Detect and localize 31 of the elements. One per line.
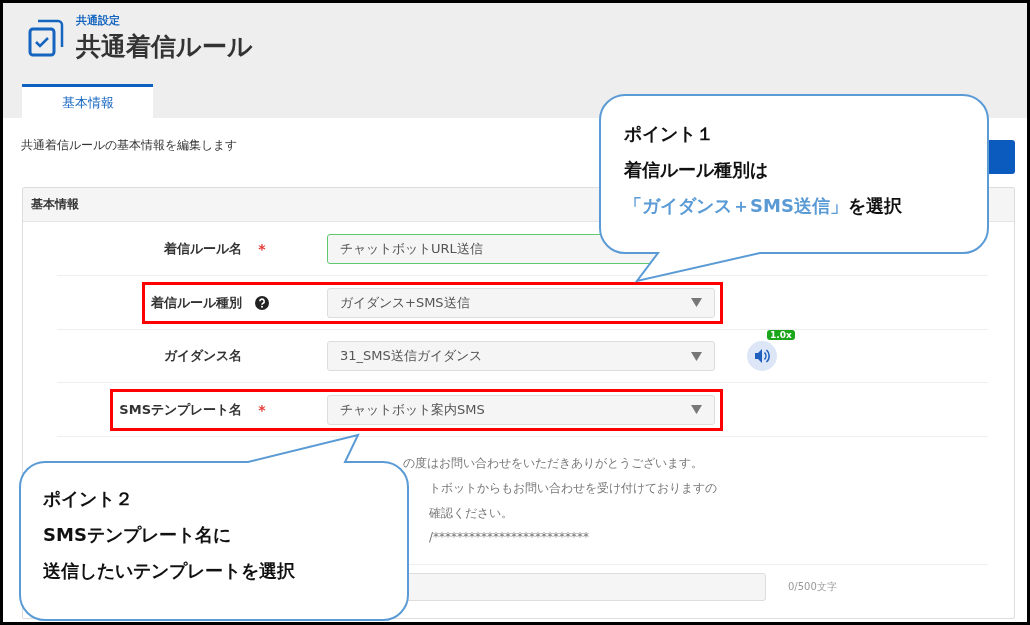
select-field[interactable]: チャットボット案内SMS: [327, 394, 715, 425]
preview-text: の度はお問い合わせをいただきありがとうございます。: [402, 455, 704, 472]
breadcrumb[interactable]: 共通設定: [76, 13, 253, 28]
tab[interactable]: 基本情報: [22, 84, 153, 118]
callout-text: 送信したいテンプレートを選択: [43, 559, 295, 583]
caret-icon: [691, 298, 702, 307]
callout-text: ポイント２: [43, 487, 134, 511]
page-title: 共通着信ルール: [76, 31, 253, 63]
callout-text: 「ガイダンス＋SMS送信」を選択: [624, 194, 902, 218]
field-label: ガイダンス名: [164, 347, 242, 365]
help-icon[interactable]: [255, 295, 269, 310]
select-field[interactable]: ガイダンス+SMS送信: [327, 287, 715, 318]
preview-text: 確認ください。: [428, 505, 514, 522]
callout-text: ポイント１: [624, 122, 715, 146]
speaker-icon[interactable]: [747, 341, 777, 371]
field-label: 着信ルール名: [164, 239, 242, 258]
caret-icon: [691, 405, 702, 414]
field-label: SMSテンプレート名: [119, 400, 242, 419]
description-text: 共通着信ルールの基本情報を編集します: [21, 137, 237, 154]
required-mark: *: [258, 240, 266, 257]
required-mark: *: [258, 401, 266, 418]
preview-text: トボットからもお問い合わせを受け付けておりますの: [428, 480, 717, 497]
checkbox-icon: [28, 19, 64, 57]
char-counter: 0/500文字: [788, 580, 837, 594]
speed-badge: 1.0x: [767, 330, 795, 340]
callout-text: 着信ルール種別は: [624, 158, 769, 182]
select-field[interactable]: 31_SMS送信ガイダンス: [327, 341, 715, 371]
field-label: 着信ルール種別: [151, 293, 242, 312]
callout-text: SMSテンプレート名に: [43, 523, 232, 547]
preview-text: /**************************: [428, 530, 591, 544]
caret-icon: [691, 351, 702, 361]
